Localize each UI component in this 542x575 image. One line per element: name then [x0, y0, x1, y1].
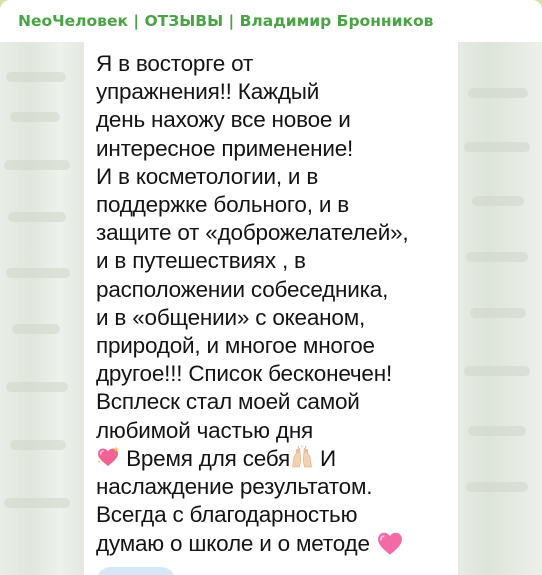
- review-line: Всплеск стал моей самой: [96, 389, 360, 415]
- pink-heart-icon: [377, 533, 402, 556]
- sparkling-heart-icon: [97, 446, 119, 466]
- blur-line: [10, 440, 66, 450]
- blur-line: [464, 366, 530, 376]
- review-line: интересное применение!: [96, 135, 354, 161]
- review-line-emoji: думаю о школе и о методе: [96, 529, 458, 558]
- review-line: И в косметологии, и в: [96, 163, 319, 189]
- review-line-part: думаю о школе и о методе: [96, 531, 370, 557]
- blur-line: [472, 196, 524, 206]
- blur-line: [6, 72, 66, 82]
- review-line: Я в восторге от: [96, 51, 254, 76]
- review-line: любимой частью дня: [96, 417, 314, 443]
- reaction-pill[interactable]: [96, 567, 176, 575]
- blur-line: [468, 426, 526, 436]
- review-line: другое!!! Список бесконечен!: [96, 361, 393, 387]
- review-line: и в «общении» с океаном,: [96, 304, 366, 330]
- blur-line: [468, 88, 528, 98]
- review-screenshot: Я в восторге от упражнения!! Каждый день…: [84, 42, 458, 575]
- review-line-emoji: Время для себя И: [96, 445, 458, 473]
- media-image[interactable]: Я в восторге от упражнения!! Каждый день…: [0, 42, 542, 575]
- review-line-part: И: [320, 445, 337, 471]
- review-line: и в путешествиях , в: [96, 248, 306, 274]
- review-line: упражнения!! Каждый: [96, 79, 320, 105]
- review-line: поддержке больного, и в: [96, 192, 349, 218]
- review-line: защите от «доброжелателей»,: [96, 220, 409, 246]
- blur-line: [12, 324, 60, 334]
- blur-line: [10, 112, 60, 122]
- message-header: NeoЧеловек | ОТЗЫВЫ | Владимир Бронников: [0, 0, 542, 42]
- blur-line: [4, 160, 70, 170]
- media-blur-right: [458, 42, 542, 575]
- review-text: Я в восторге от упражнения!! Каждый день…: [96, 50, 458, 559]
- review-line: расположении собеседника,: [96, 276, 389, 302]
- review-line: природой, и многое многое: [96, 333, 375, 359]
- blur-line: [470, 308, 526, 318]
- review-line: день нахожу все новое и: [96, 107, 351, 133]
- blur-line: [6, 382, 68, 392]
- review-line: Всегда с благодарностью: [96, 502, 358, 528]
- blur-line: [466, 482, 528, 492]
- review-line: наслаждение результатом.: [96, 474, 373, 500]
- review-line-part: Время для себя: [126, 445, 290, 471]
- blur-line: [6, 268, 70, 278]
- raised-hands-icon: [292, 445, 312, 468]
- channel-title[interactable]: NeoЧеловек | ОТЗЫВЫ | Владимир Бронников: [18, 12, 433, 30]
- blur-line: [8, 212, 66, 222]
- blur-line: [464, 142, 530, 152]
- blur-line: [4, 498, 70, 508]
- message-card: NeoЧеловек | ОТЗЫВЫ | Владимир Бронников…: [0, 0, 542, 575]
- blur-line: [466, 252, 528, 262]
